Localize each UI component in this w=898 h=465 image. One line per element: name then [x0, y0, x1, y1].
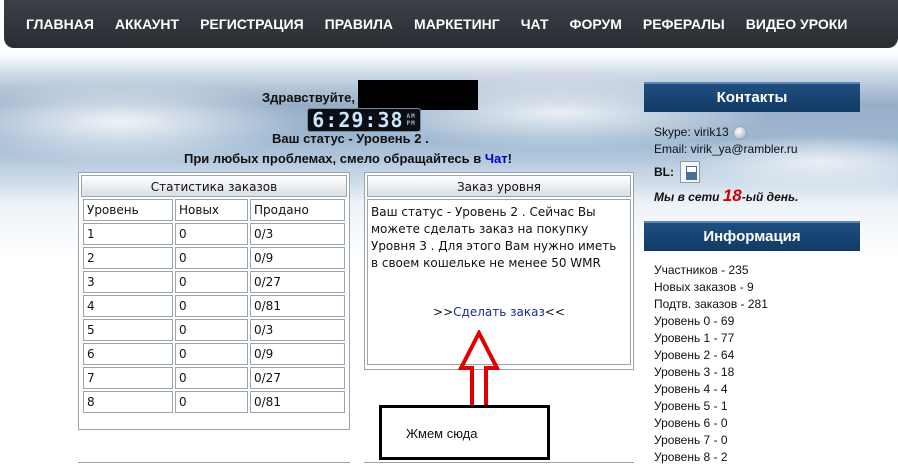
- column-header-sold: Продано: [250, 199, 345, 221]
- order-stats-panel: Статистика заказов Уровень Новых Продано…: [78, 172, 350, 430]
- cell-new: 0: [175, 223, 248, 245]
- nav-item-marketing[interactable]: МАРКЕТИНГ: [414, 16, 500, 32]
- nav-item-home[interactable]: ГЛАВНАЯ: [26, 16, 94, 32]
- info-line: Уровень 2 - 64: [654, 348, 735, 362]
- info-line: Подтв. заказов - 281: [654, 297, 768, 311]
- info-line: Уровень 4 - 4: [654, 382, 728, 396]
- nav-item-referrals[interactable]: РЕФЕРАЛЫ: [643, 16, 725, 32]
- user-status: Ваш статус - Уровень 2 .: [272, 131, 429, 146]
- email-text: Email: virik_ya@rambler.ru: [654, 142, 798, 156]
- cell-level: 1: [83, 223, 173, 245]
- table-row: 3 0 0/27: [83, 271, 345, 293]
- cell-sold: 0/3: [250, 223, 345, 245]
- level-order-title: Заказ уровня: [367, 175, 631, 197]
- nav-item-forum[interactable]: ФОРУМ: [570, 16, 622, 32]
- info-line: Участников - 235: [654, 263, 749, 277]
- cell-level: 3: [83, 271, 173, 293]
- up-arrow-annotation: [458, 330, 500, 413]
- skype-text: Skype: virik13: [654, 125, 729, 139]
- online-suffix: -ый день.: [741, 190, 799, 204]
- chat-link[interactable]: Чат: [485, 151, 508, 166]
- order-link-row: >>Сделать заказ<<: [368, 304, 630, 321]
- column-header-new: Новых: [175, 199, 248, 221]
- help-suffix: !: [507, 151, 512, 166]
- contacts-header: Контакты: [644, 82, 860, 112]
- clock-pm: PM: [406, 120, 416, 127]
- nav-item-registration[interactable]: РЕГИСТРАЦИЯ: [200, 16, 304, 32]
- table-row: 4 0 0/81: [83, 295, 345, 317]
- cell-sold: 0/27: [250, 271, 345, 293]
- nav-item-rules[interactable]: ПРАВИЛА: [325, 16, 393, 32]
- order-link-prefix: >>: [433, 305, 454, 319]
- info-line: Уровень 1 - 77: [654, 331, 735, 345]
- skype-row: Skype: virik13: [654, 124, 874, 141]
- table-row: 7 0 0/27: [83, 367, 345, 389]
- contacts-block: Skype: virik13 Email: virik_ya@rambler.r…: [654, 124, 874, 206]
- info-line: Уровень 6 - 0: [654, 416, 728, 430]
- cell-new: 0: [175, 295, 248, 317]
- table-row: 2 0 0/9: [83, 247, 345, 269]
- callout-text: Жмем сюда: [406, 426, 478, 441]
- cell-new: 0: [175, 319, 248, 341]
- online-days-count: 18: [722, 186, 742, 205]
- digital-clock: 6:29:38 AM PM: [307, 108, 421, 132]
- info-header: Информация: [644, 221, 860, 251]
- info-list: Участников - 235 Новых заказов - 9 Подтв…: [654, 262, 884, 465]
- cell-new: 0: [175, 367, 248, 389]
- cell-level: 4: [83, 295, 173, 317]
- column-header-level: Уровень: [83, 199, 173, 221]
- click-here-callout: Жмем сюда: [379, 405, 550, 460]
- cell-sold: 0/9: [250, 247, 345, 269]
- nav-item-account[interactable]: АККАУНТ: [115, 16, 179, 32]
- cell-sold: 0/3: [250, 319, 345, 341]
- info-line: Уровень 7 - 0: [654, 433, 728, 447]
- online-prefix: Мы в сети: [654, 190, 723, 204]
- cell-new: 0: [175, 391, 248, 413]
- cell-sold: 0/27: [250, 367, 345, 389]
- email-row: Email: virik_ya@rambler.ru: [654, 141, 874, 158]
- clock-time: 6:29:38: [312, 108, 404, 132]
- info-line: Уровень 3 - 18: [654, 365, 735, 379]
- help-text: При любых проблемах, смело обращайтесь в: [184, 151, 485, 166]
- cell-level: 6: [83, 343, 173, 365]
- bl-row: BL:: [654, 160, 874, 184]
- bl-badge-icon[interactable]: [680, 161, 700, 183]
- online-days: Мы в сети 18-ый день.: [654, 187, 874, 206]
- make-order-link[interactable]: Сделать заказ: [453, 305, 545, 319]
- level-order-text: Ваш статус - Уровень 2 . Сейчас Вы может…: [371, 205, 617, 270]
- nav-item-chat[interactable]: ЧАТ: [521, 16, 549, 32]
- cell-level: 5: [83, 319, 173, 341]
- clock-ampm: AM PM: [407, 113, 416, 127]
- info-line: Уровень 5 - 1: [654, 399, 728, 413]
- table-row: 6 0 0/9: [83, 343, 345, 365]
- table-row: 1 0 0/3: [83, 223, 345, 245]
- table-header-row: Уровень Новых Продано: [83, 199, 345, 221]
- cell-sold: 0/81: [250, 391, 345, 413]
- cell-new: 0: [175, 271, 248, 293]
- order-stats-title: Статистика заказов: [81, 175, 347, 197]
- cell-new: 0: [175, 247, 248, 269]
- cell-sold: 0/81: [250, 295, 345, 317]
- clock-am: AM: [406, 113, 416, 120]
- skype-status-icon[interactable]: [732, 125, 747, 140]
- cell-level: 7: [83, 367, 173, 389]
- info-line: Уровень 0 - 69: [654, 314, 735, 328]
- top-nav: ГЛАВНАЯ АККАУНТ РЕГИСТРАЦИЯ ПРАВИЛА МАРК…: [4, 0, 898, 48]
- nav-item-video-lessons[interactable]: ВИДЕО УРОКИ: [746, 16, 848, 32]
- cell-new: 0: [175, 343, 248, 365]
- cell-sold: 0/9: [250, 343, 345, 365]
- table-row: 5 0 0/3: [83, 319, 345, 341]
- cell-level: 2: [83, 247, 173, 269]
- info-line: Новых заказов - 9: [654, 280, 754, 294]
- order-link-suffix: <<: [544, 305, 565, 319]
- table-row: 8 0 0/81: [83, 391, 345, 413]
- order-stats-table: Уровень Новых Продано 1 0 0/3 2 0 0/9 3 …: [81, 197, 347, 415]
- cell-level: 8: [83, 391, 173, 413]
- bl-label: BL:: [654, 164, 674, 179]
- info-line: Уровень 8 - 2: [654, 450, 728, 464]
- help-line: При любых проблемах, смело обращайтесь в…: [184, 151, 512, 166]
- redacted-username: [358, 80, 478, 110]
- greeting-text: Здравствуйте,: [262, 90, 355, 105]
